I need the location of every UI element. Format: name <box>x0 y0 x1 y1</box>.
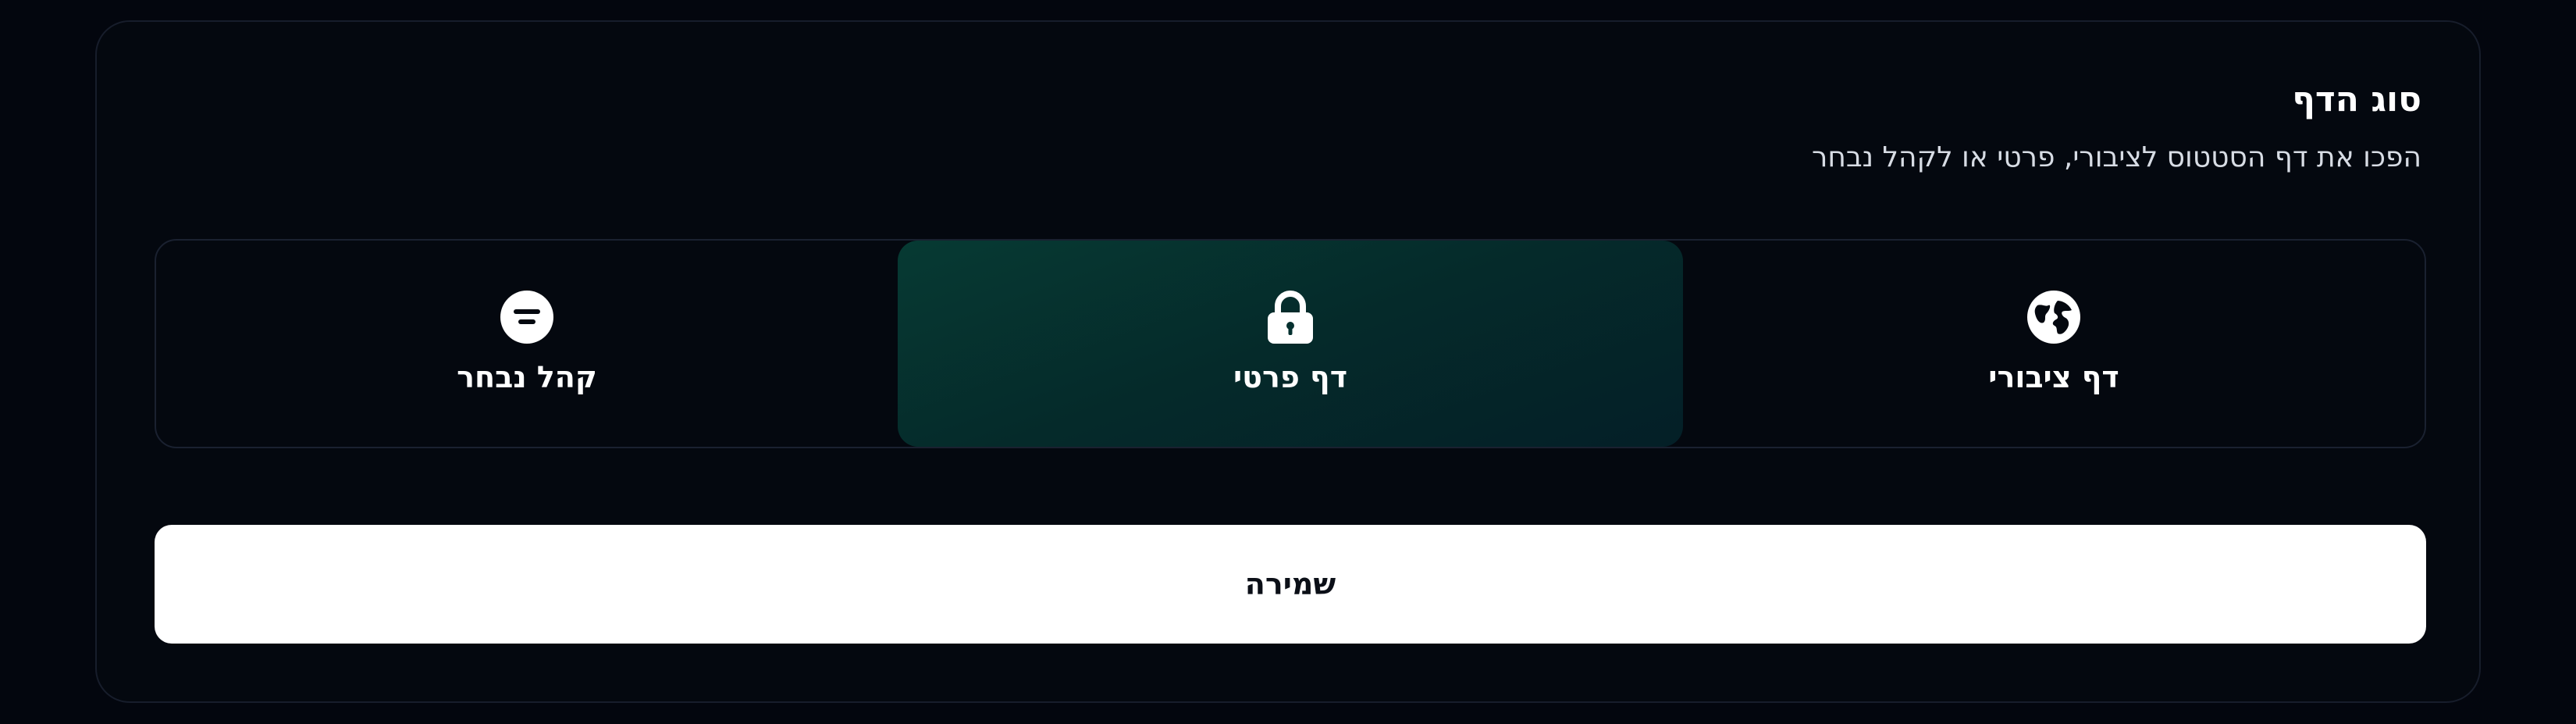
option-selected-audience[interactable]: קהל נבחר <box>156 241 898 447</box>
save-button[interactable]: שמירה <box>155 525 2426 644</box>
option-public-page[interactable]: דף ציבורי <box>1683 241 2425 447</box>
section-title: סוג הדף <box>2292 80 2421 119</box>
option-label-private-page: דף פרטי <box>1233 360 1348 394</box>
section-heading: סוג הדף הפכו את דף הסטטוס לציבורי, פרטי … <box>1812 83 2421 172</box>
option-label-selected-audience: קהל נבחר <box>457 360 597 394</box>
page-type-card: סוג הדף הפכו את דף הסטטוס לציבורי, פרטי … <box>95 20 2481 703</box>
globe-icon <box>2026 290 2081 344</box>
option-label-public-page: דף ציבורי <box>1988 360 2119 394</box>
filter-circle-icon <box>500 290 554 344</box>
option-private-page[interactable]: דף פרטי <box>898 241 1683 447</box>
page-type-selector: קהל נבחר דף פרטי דף ציבורי <box>155 239 2426 448</box>
lock-icon <box>1263 290 1318 344</box>
section-subtitle: הפכו את דף הסטטוס לציבורי, פרטי או לקהל … <box>1812 141 2421 173</box>
